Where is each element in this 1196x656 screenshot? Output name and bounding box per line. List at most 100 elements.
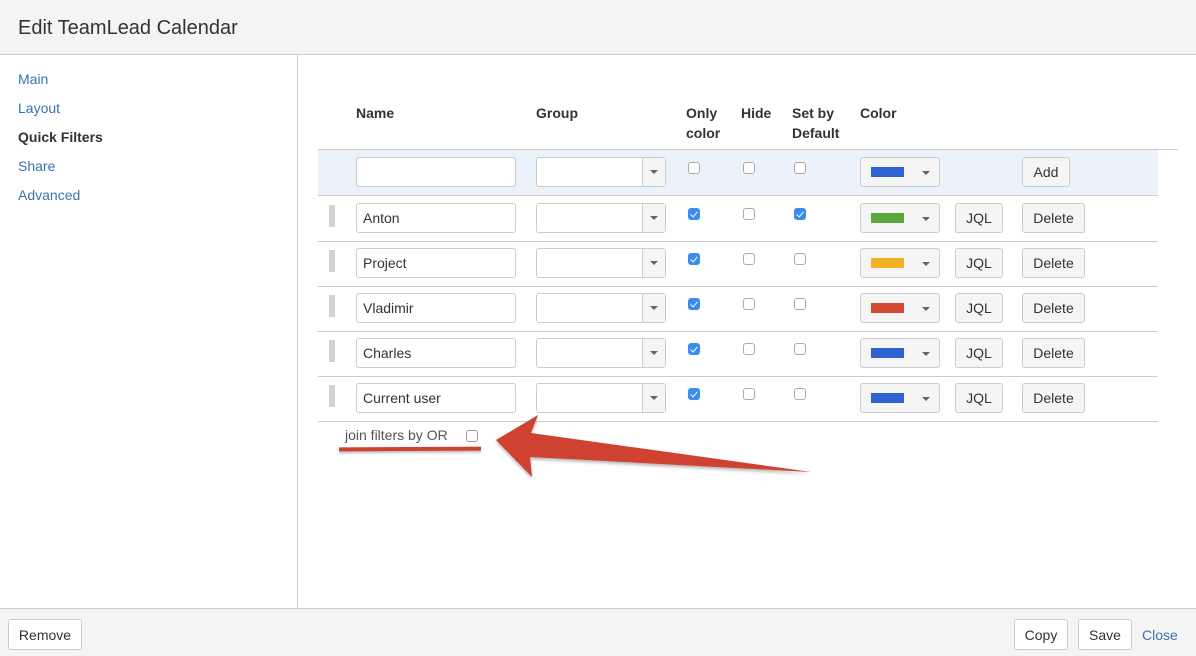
filter-row: JQL Delete [318, 241, 1158, 286]
save-button[interactable]: Save [1078, 619, 1132, 650]
join-filters-by-or-checkbox[interactable] [466, 430, 478, 442]
hide-checkbox[interactable] [743, 343, 755, 355]
add-filter-button[interactable]: Add [1022, 157, 1070, 187]
filter-row: JQL Delete [318, 331, 1158, 376]
color-swatch [871, 393, 904, 403]
filter-group-select[interactable] [536, 293, 666, 323]
chevron-down-icon [650, 351, 658, 355]
drag-handle-icon[interactable] [329, 205, 335, 227]
drag-handle-icon[interactable] [329, 250, 335, 272]
chevron-down-icon [650, 170, 658, 174]
only-color-checkbox[interactable] [688, 208, 700, 220]
color-picker[interactable] [860, 338, 940, 368]
hide-checkbox[interactable] [743, 208, 755, 220]
filter-group-select[interactable] [536, 248, 666, 278]
jql-button[interactable]: JQL [955, 338, 1003, 368]
filter-group-select[interactable] [536, 338, 666, 368]
column-header-set-by-default: Set by Default [792, 103, 839, 143]
hide-checkbox[interactable] [743, 253, 755, 265]
chevron-down-icon [922, 171, 930, 175]
sidebar-item-advanced[interactable]: Advanced [18, 187, 80, 203]
color-swatch [871, 258, 904, 268]
header-line: Default [792, 125, 840, 141]
dropdown-toggle[interactable] [642, 204, 665, 232]
column-header-only-color: Only color [686, 103, 720, 143]
header-line: Set by [792, 105, 835, 121]
chevron-down-icon [922, 262, 930, 266]
filter-name-input[interactable] [356, 248, 516, 278]
dialog-title: Edit TeamLead Calendar [18, 17, 238, 39]
sidebar-item-layout[interactable]: Layout [18, 100, 60, 116]
jql-button[interactable]: JQL [955, 293, 1003, 323]
set-by-default-checkbox[interactable] [794, 253, 806, 265]
sidebar-item-main[interactable]: Main [18, 71, 48, 87]
quick-filters-panel: Name Group Only color Hide Set by Defaul… [299, 55, 1196, 608]
column-header-color: Color [860, 105, 897, 121]
sidebar-nav: Main Layout Quick Filters Share Advanced [0, 55, 298, 608]
delete-button[interactable]: Delete [1022, 293, 1085, 323]
set-by-default-checkbox[interactable] [794, 388, 806, 400]
sidebar-item-share[interactable]: Share [18, 158, 55, 174]
new-filter-group-select[interactable] [536, 157, 666, 187]
new-filter-row: Add [318, 150, 1158, 195]
filter-row: JQL Delete [318, 196, 1158, 241]
sidebar-item-quick-filters[interactable]: Quick Filters [18, 129, 103, 145]
new-color-picker[interactable] [860, 157, 940, 187]
delete-button[interactable]: Delete [1022, 338, 1085, 368]
chevron-down-icon [922, 307, 930, 311]
delete-button[interactable]: Delete [1022, 383, 1085, 413]
dropdown-toggle[interactable] [642, 158, 665, 186]
chevron-down-icon [922, 397, 930, 401]
only-color-checkbox[interactable] [688, 298, 700, 310]
drag-handle-icon[interactable] [329, 385, 335, 407]
chevron-down-icon [650, 306, 658, 310]
jql-button[interactable]: JQL [955, 248, 1003, 278]
only-color-checkbox[interactable] [688, 343, 700, 355]
filter-name-input[interactable] [356, 338, 516, 368]
column-header-hide: Hide [741, 105, 772, 121]
color-picker[interactable] [860, 248, 940, 278]
filter-name-input[interactable] [356, 203, 516, 233]
new-set-default-checkbox[interactable] [794, 162, 806, 174]
hide-checkbox[interactable] [743, 388, 755, 400]
filter-group-select[interactable] [536, 203, 666, 233]
jql-button[interactable]: JQL [955, 383, 1003, 413]
delete-button[interactable]: Delete [1022, 203, 1085, 233]
set-by-default-checkbox[interactable] [794, 298, 806, 310]
dropdown-toggle[interactable] [642, 294, 665, 322]
close-link[interactable]: Close [1142, 627, 1178, 643]
filter-group-select[interactable] [536, 383, 666, 413]
annotation-underline [338, 446, 482, 452]
dropdown-toggle[interactable] [642, 339, 665, 367]
chevron-down-icon [650, 216, 658, 220]
chevron-down-icon [922, 217, 930, 221]
color-picker[interactable] [860, 293, 940, 323]
color-picker[interactable] [860, 203, 940, 233]
only-color-checkbox[interactable] [688, 388, 700, 400]
hide-checkbox[interactable] [743, 298, 755, 310]
header-line: Only [686, 105, 718, 121]
annotation-arrow-icon [496, 415, 811, 477]
new-filter-name-input[interactable] [356, 157, 516, 187]
filter-name-input[interactable] [356, 383, 516, 413]
set-by-default-checkbox[interactable] [794, 208, 806, 220]
remove-button[interactable]: Remove [8, 619, 82, 650]
filter-name-input[interactable] [356, 293, 516, 323]
only-color-checkbox[interactable] [688, 253, 700, 265]
new-only-color-checkbox[interactable] [688, 162, 700, 174]
delete-button[interactable]: Delete [1022, 248, 1085, 278]
chevron-down-icon [650, 261, 658, 265]
color-picker[interactable] [860, 383, 940, 413]
drag-handle-icon[interactable] [329, 340, 335, 362]
set-by-default-checkbox[interactable] [794, 343, 806, 355]
new-hide-checkbox[interactable] [743, 162, 755, 174]
join-filters-label: join filters by OR [345, 427, 448, 443]
drag-handle-icon[interactable] [329, 295, 335, 317]
column-header-group: Group [536, 105, 578, 121]
color-swatch [871, 167, 904, 177]
copy-button[interactable]: Copy [1014, 619, 1068, 650]
dropdown-toggle[interactable] [642, 249, 665, 277]
jql-button[interactable]: JQL [955, 203, 1003, 233]
dropdown-toggle[interactable] [642, 384, 665, 412]
chevron-down-icon [922, 352, 930, 356]
